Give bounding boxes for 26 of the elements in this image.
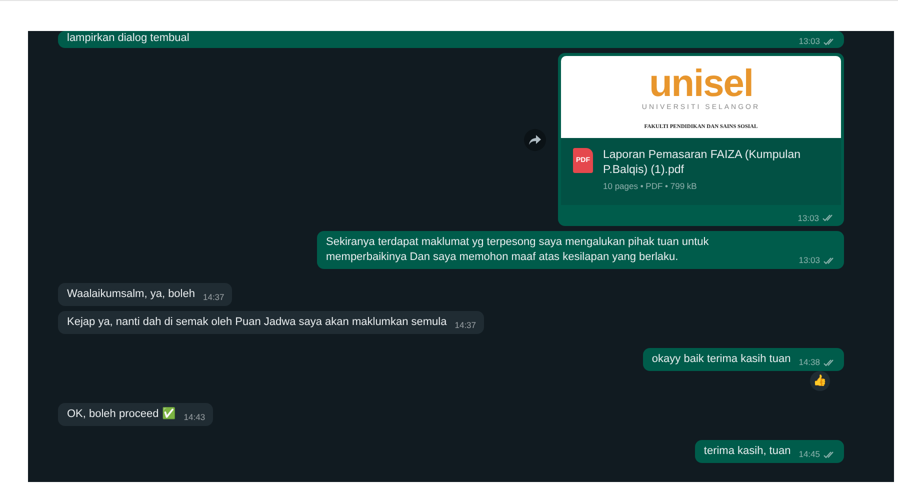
message-text: lampirkan dialog tembual — [67, 31, 190, 46]
message-time: 13:03 — [798, 253, 836, 268]
message-text: OK, boleh proceed ✅ — [67, 407, 176, 422]
double-check-icon — [822, 214, 835, 222]
file-name: Laporan Pemasaran FAIZA (Kumpulan P.Balqis) (1).pdf — [603, 148, 802, 178]
message-time: 14:45 — [798, 447, 836, 462]
message-text: okayy baik terima kasih tuan — [652, 352, 791, 367]
forward-icon — [529, 134, 541, 144]
double-check-icon — [823, 256, 836, 264]
message-time: 14:37 — [202, 291, 224, 304]
message-text: Kejap ya, nanti dah di semak oleh Puan Jadwa saya akan maklumkan semula — [67, 315, 447, 330]
message-time: 14:38 — [798, 355, 836, 370]
forward-button[interactable] — [524, 128, 546, 150]
message-time: 14:37 — [454, 319, 476, 332]
message-time: 14:43 — [184, 411, 206, 424]
message-text: terima kasih, tuan — [704, 444, 791, 459]
reaction: 👍 — [810, 371, 830, 391]
double-check-icon — [823, 38, 836, 46]
preview-logo: unisel — [649, 64, 753, 102]
double-check-icon — [823, 358, 836, 366]
message-text: Waalaikumsalm, ya, boleh — [67, 287, 195, 302]
message-time: 13:03 — [798, 213, 835, 223]
message-text: Sekiranya terdapat maklumat yg terpesong saya mengalukan pihak tuan untuk memperbaikinya Dan saya memohon maaf atas kesilapan yang berlaku. — [326, 235, 710, 265]
double-check-icon — [823, 450, 836, 458]
file-info: 10 pages • PDF • 799 kB — [603, 181, 698, 191]
message-time: 13:03 — [798, 34, 836, 49]
